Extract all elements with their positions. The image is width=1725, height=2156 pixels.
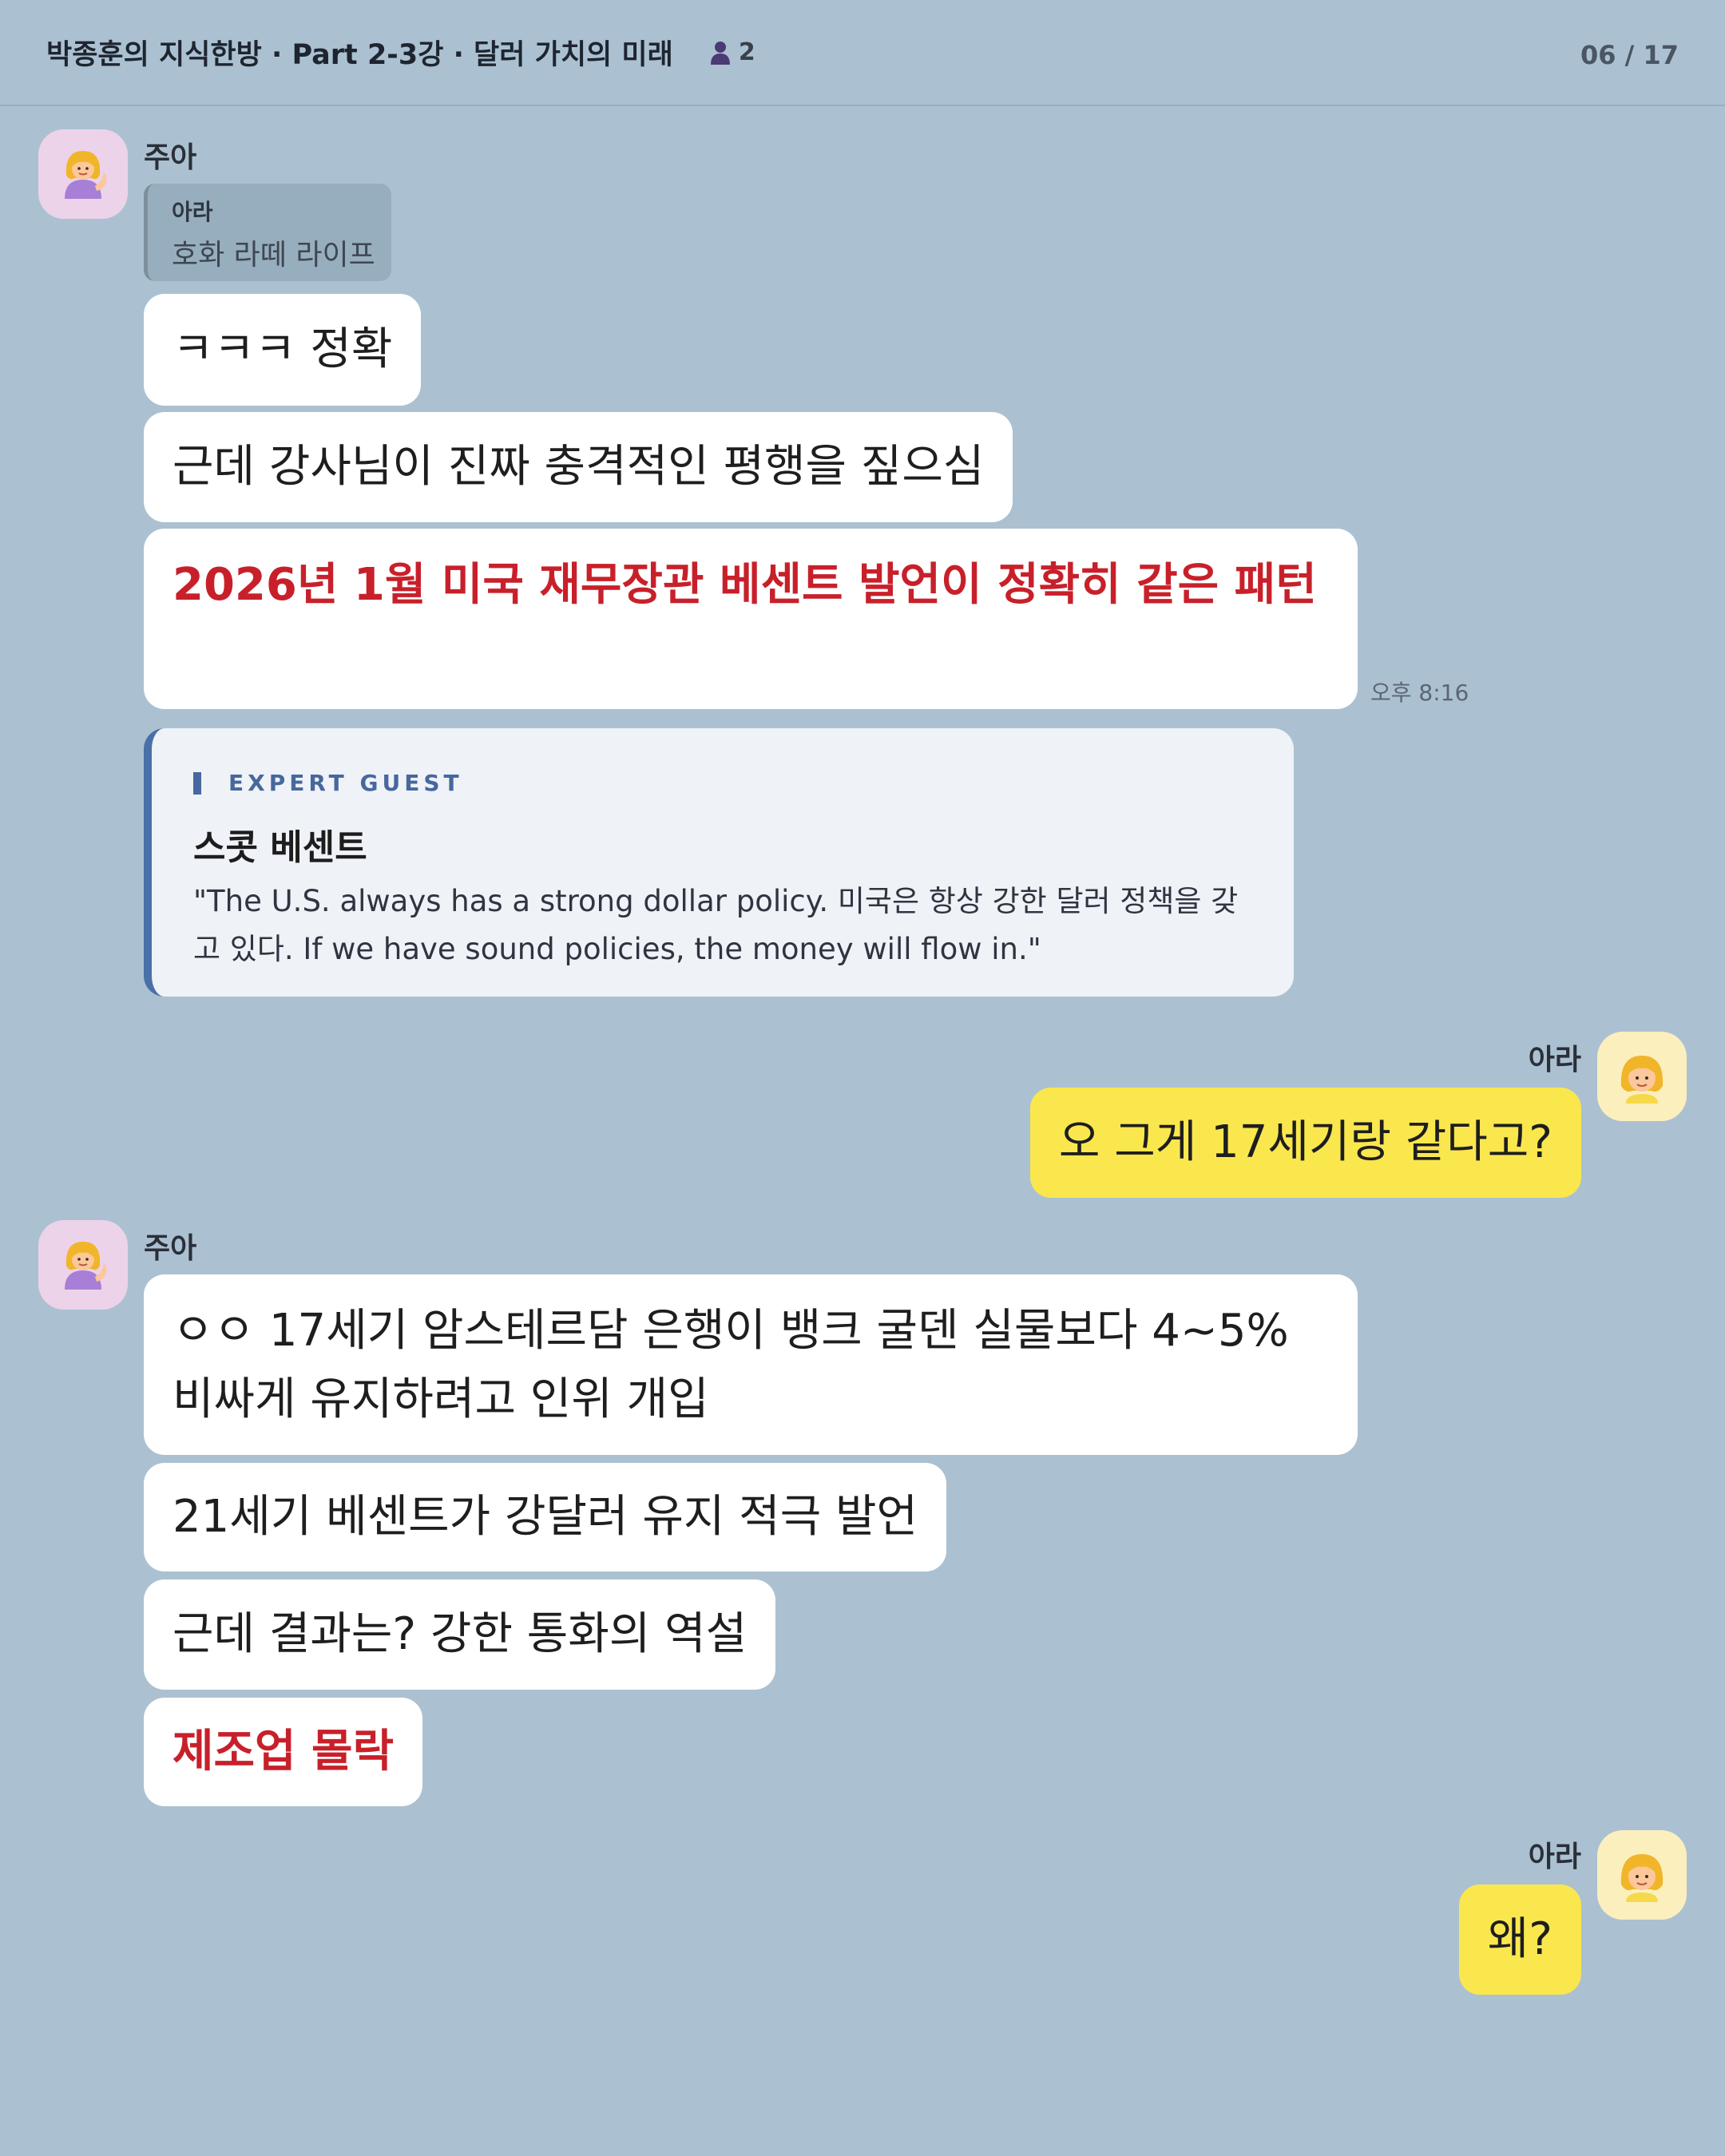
chat-title: 박종훈의 지식한방 · Part 2-3강 · 달러 가치의 미래 (46, 39, 673, 71)
woman-tipping-hand-emoji-icon (65, 1242, 107, 1290)
message-bubble[interactable]: 근데 결과는? 강한 통화의 역설 (144, 1579, 776, 1690)
ara-avatar[interactable] (1597, 1830, 1687, 1920)
sender-name: 주아 (144, 141, 197, 174)
sender-name: 아라 (1528, 1044, 1581, 1076)
message-bubble-mine[interactable]: 오 그게 17세기랑 같다고? (1029, 1088, 1581, 1198)
juah-avatar[interactable] (38, 1220, 128, 1310)
sender-name: 주아 (144, 1232, 197, 1265)
expert-quote: "The U.S. always has a strong dollar pol… (193, 884, 1239, 966)
reply-text: 호화 라떼 라이프 (172, 239, 375, 271)
reply-preview[interactable]: 아라 호화 라떼 라이프 (144, 184, 391, 281)
message-bubble-highlight[interactable]: 제조업 몰락 (144, 1698, 423, 1806)
juah-avatar[interactable] (38, 129, 128, 219)
child-emoji-icon (1620, 1056, 1664, 1104)
ara-avatar[interactable] (1597, 1032, 1687, 1121)
message-bubble[interactable]: 21세기 베센트가 강달러 유지 적극 발언 (144, 1463, 947, 1571)
member-count[interactable]: 2 (710, 38, 755, 66)
child-emoji-icon (1620, 1854, 1664, 1902)
woman-tipping-hand-emoji-icon (65, 151, 107, 199)
message-bubble-mine[interactable]: 왜? (1458, 1885, 1581, 1995)
expert-tag: EXPERT GUEST (193, 770, 1294, 796)
reply-sender: 아라 (172, 199, 213, 225)
member-count-value: 2 (738, 38, 755, 66)
chat-header: 박종훈의 지식한방 · Part 2-3강 · 달러 가치의 미래 2 06 /… (0, 0, 1725, 106)
page-counter: 06 / 17 (1580, 40, 1679, 70)
message-bubble[interactable]: ㅋㅋㅋ 정확 (144, 294, 422, 406)
expert-name: 스콧 베센트 (193, 827, 367, 868)
message-time: 오후 8:16 (1370, 680, 1469, 706)
sender-name: 아라 (1528, 1841, 1581, 1873)
expert-tag-bar (193, 771, 201, 795)
message-bubble-highlight[interactable]: 2026년 1월 미국 재무장관 베센트 발언이 정확히 같은 패턴 (144, 529, 1358, 709)
message-bubble[interactable]: 근데 강사님이 진짜 충격적인 평행을 짚으심 (144, 412, 1013, 522)
expert-tag-label: EXPERT GUEST (228, 770, 463, 796)
message-bubble[interactable]: ㅇㅇ 17세기 암스테르담 은행이 뱅크 굴덴 실물보다 4~5% 비싸게 유지… (144, 1274, 1358, 1455)
expert-guest-card: EXPERT GUEST 스콧 베센트 "The U.S. always has… (144, 728, 1294, 997)
person-icon (710, 41, 730, 65)
